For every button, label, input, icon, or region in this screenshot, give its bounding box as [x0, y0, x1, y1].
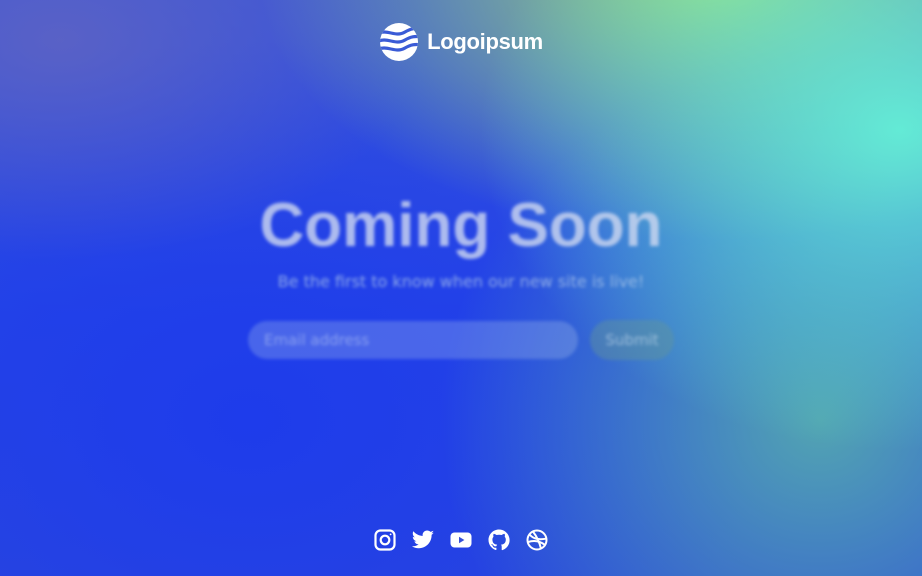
dribbble-link[interactable]: [525, 528, 549, 552]
youtube-link[interactable]: [449, 528, 473, 552]
dribbble-icon: [526, 529, 548, 551]
youtube-icon: [450, 532, 472, 548]
social-links: [0, 528, 922, 552]
github-icon: [488, 529, 510, 551]
twitter-icon: [411, 530, 434, 549]
submit-button[interactable]: Submit: [590, 320, 674, 360]
github-link[interactable]: [487, 528, 511, 552]
instagram-link[interactable]: [373, 528, 397, 552]
email-field[interactable]: [248, 321, 578, 359]
hero-section: Coming Soon Be the first to know when ou…: [0, 0, 922, 576]
tagline: Be the first to know when our new site i…: [277, 272, 645, 291]
instagram-icon: [374, 529, 396, 551]
page-title: Coming Soon: [259, 191, 663, 260]
twitter-link[interactable]: [411, 528, 435, 552]
